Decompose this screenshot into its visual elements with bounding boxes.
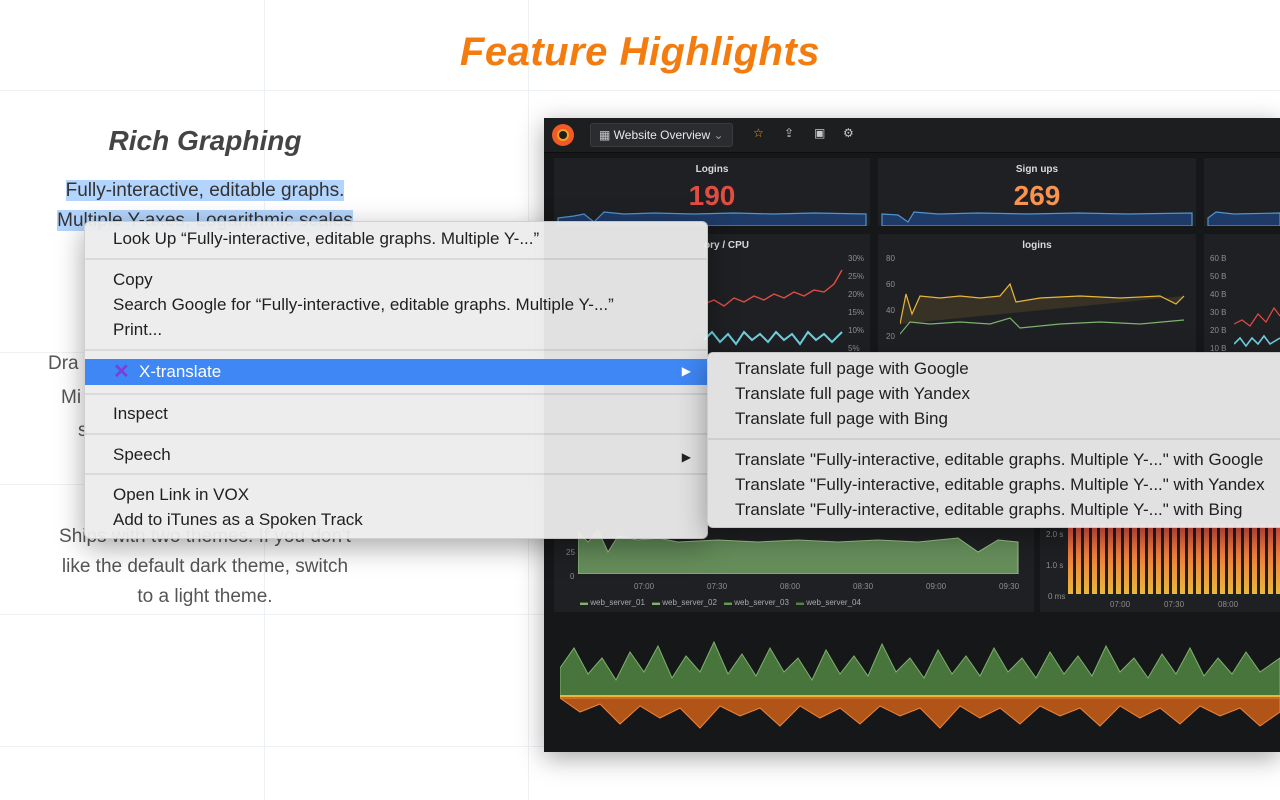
y-tick: 0	[570, 572, 575, 581]
x-translate-submenu: Translate full page with Google Translat…	[707, 352, 1280, 528]
themes-line-2: like the default dark theme, switch	[61, 556, 349, 577]
x-tick: 08:00	[780, 582, 801, 591]
menu-item-look-up[interactable]: Look Up “Fully-interactive, editable gra…	[113, 229, 539, 249]
legend-item[interactable]: ▬ web_server_04	[796, 598, 861, 607]
feature-title: Rich Graphing	[108, 125, 302, 156]
menu-item-x-translate[interactable]: ✕ X-translate ▶	[85, 359, 707, 385]
menu-separator	[85, 349, 707, 351]
submenu-arrow-icon: ▶	[681, 364, 691, 378]
y-tick: 80	[886, 254, 895, 263]
y-tick: 40	[886, 306, 895, 315]
submenu-item-google-selection[interactable]: Translate "Fully-interactive, editable g…	[735, 450, 1263, 470]
menu-separator	[85, 393, 707, 395]
y-tick: 20 B	[1210, 326, 1227, 335]
latency-bars	[1068, 524, 1280, 594]
stat-panel-partial	[1204, 158, 1280, 226]
menu-item-print[interactable]: Print...	[113, 320, 162, 340]
y-tick: 50 B	[1210, 272, 1227, 281]
submenu-item-bing-page[interactable]: Translate full page with Bing	[735, 409, 948, 429]
panel-title: Sign ups	[1015, 164, 1059, 175]
star-icon[interactable]: ☆	[753, 126, 764, 140]
submenu-item-bing-selection[interactable]: Translate "Fully-interactive, editable g…	[735, 500, 1243, 520]
y-tick: 25	[566, 548, 575, 557]
save-icon[interactable]: ▣	[814, 126, 825, 140]
memory-lines	[1234, 306, 1280, 348]
dashboard-topbar: ▦ Website Overview ⌄ ☆ ⇪ ▣ ⚙	[544, 118, 1280, 153]
y-tick: 15%	[848, 308, 865, 317]
legend-item[interactable]: ▬ web_server_02	[652, 598, 717, 607]
panel-title: ory / CPU	[704, 240, 750, 251]
memory-graph-panel: 60 B 50 B 40 B 30 B 20 B 10 B	[1204, 234, 1280, 354]
menu-item-open-vox[interactable]: Open Link in VOX	[113, 485, 249, 505]
menu-item-copy[interactable]: Copy	[113, 270, 153, 290]
logins-stat-panel: Logins 190	[554, 158, 870, 226]
x-tick: 07:30	[1164, 600, 1185, 609]
dashboard-picker[interactable]: ▦ Website Overview ⌄	[590, 123, 733, 147]
context-menu: Look Up “Fully-interactive, editable gra…	[84, 221, 708, 539]
y-tick: 60	[886, 280, 895, 289]
submenu-item-google-page[interactable]: Translate full page with Google	[735, 359, 969, 379]
menu-separator	[85, 433, 707, 435]
stacked-area-chart	[560, 640, 1280, 729]
sparkline	[1207, 211, 1280, 226]
x-tick: 09:30	[999, 582, 1020, 591]
y-tick: 20%	[848, 290, 865, 299]
menu-separator	[708, 438, 1280, 440]
settings-gear-icon[interactable]: ⚙	[843, 126, 854, 140]
legend-item[interactable]: ▬ web_server_01	[580, 598, 645, 607]
y-tick: 30 B	[1210, 308, 1227, 317]
panel-title: Logins	[695, 164, 729, 175]
page-title: Feature Highlights	[459, 30, 821, 74]
x-tick: 08:00	[1218, 600, 1239, 609]
dashboard-name: Website Overview	[613, 128, 711, 142]
selected-text-line-1[interactable]: Fully-interactive, editable graphs.	[65, 180, 345, 201]
themes-line-3: to a light theme.	[137, 586, 273, 607]
cpu-lines	[704, 269, 843, 346]
sparkline	[881, 211, 1193, 226]
share-icon[interactable]: ⇪	[784, 126, 794, 140]
y-tick: 10%	[848, 326, 865, 335]
x-tick: 07:00	[1110, 600, 1131, 609]
submenu-item-yandex-selection[interactable]: Translate "Fully-interactive, editable g…	[735, 475, 1265, 495]
y-tick: 40 B	[1210, 290, 1227, 299]
y-tick: 25%	[848, 272, 865, 281]
submenu-item-yandex-page[interactable]: Translate full page with Yandex	[735, 384, 970, 404]
x-translate-icon: ✕	[113, 361, 130, 383]
submenu-arrow-icon: ▶	[681, 450, 691, 464]
legend-item[interactable]: ▬ web_server_03	[724, 598, 789, 607]
menu-item-search-google[interactable]: Search Google for “Fully-interactive, ed…	[113, 295, 614, 315]
y-tick: 0 ms	[1048, 592, 1066, 601]
y-tick: 60 B	[1210, 254, 1227, 263]
panel-title: logins	[1022, 240, 1052, 251]
logins-lines	[900, 282, 1185, 335]
caret-down-icon: ⌄	[710, 128, 724, 142]
grafana-logo-icon	[552, 124, 574, 146]
signups-stat-panel: Sign ups 269	[878, 158, 1196, 226]
menu-separator	[85, 258, 707, 260]
feature-text-fragment: Dra	[48, 353, 79, 374]
menu-item-add-itunes[interactable]: Add to iTunes as a Spoken Track	[113, 510, 363, 530]
y-tick: 1.0 s	[1046, 561, 1064, 570]
y-tick: 2.0 s	[1046, 530, 1064, 539]
menu-item-label: X-translate	[139, 362, 222, 381]
x-tick: 07:30	[707, 582, 728, 591]
menu-item-speech[interactable]: Speech	[113, 445, 171, 465]
stacked-area-panel	[554, 618, 1280, 752]
y-tick: 20	[886, 332, 895, 341]
x-tick: 09:00	[926, 582, 947, 591]
grid-icon: ▦	[599, 128, 614, 142]
x-tick: 08:30	[853, 582, 874, 591]
y-tick: 30%	[848, 254, 865, 263]
x-tick: 07:00	[634, 582, 655, 591]
menu-separator	[85, 473, 707, 475]
logins-graph-panel: logins 80 60 40 20	[878, 234, 1196, 354]
menu-item-inspect[interactable]: Inspect	[113, 404, 168, 424]
background-gridline	[0, 90, 1280, 91]
